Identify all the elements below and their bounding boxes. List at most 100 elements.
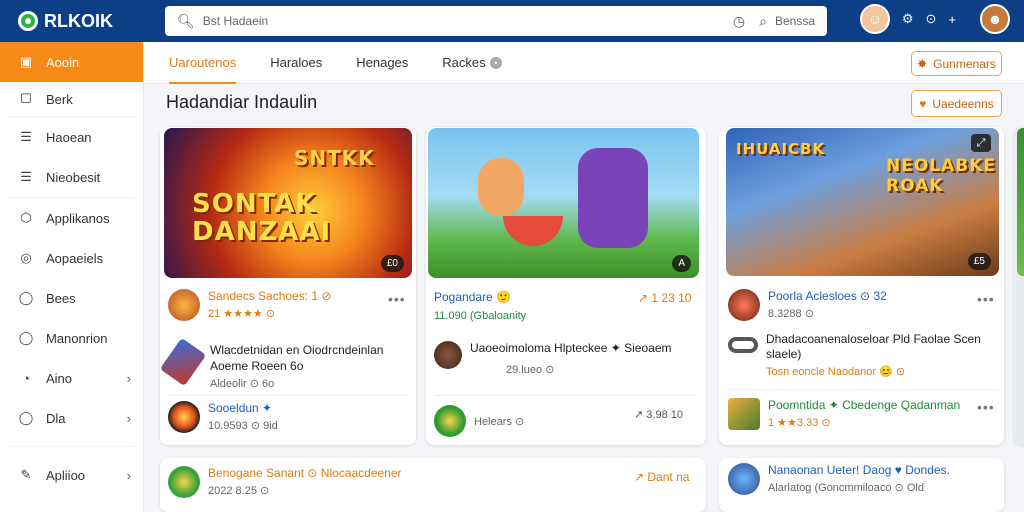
game-title-art: IHUAICBK (736, 140, 826, 158)
button-label: Uaedeenns (932, 96, 994, 111)
sidebar-item-bees[interactable]: ◯ Bees (0, 278, 143, 318)
sidebar-item-manonrion[interactable]: ◯ Manonrion (0, 318, 143, 358)
sidebar-item-haoean[interactable]: ☰ Haoean (0, 117, 143, 157)
tab-label: Haraloes (270, 55, 323, 70)
footer-meta: 1 ★★3.33 ⊙ (768, 417, 831, 429)
more-options-icon[interactable]: ••• (977, 399, 995, 415)
sidebar-item-label: Applikanos (46, 210, 110, 226)
tab-label: Henages (356, 55, 409, 70)
sidebar-item-aino[interactable]: ◔ Aino › (0, 358, 143, 398)
tab-henages[interactable]: Henages (356, 42, 408, 84)
sidebar-item-label: Berk (46, 91, 73, 107)
user-avatar[interactable]: ☺ (859, 4, 890, 34)
activity-row[interactable]: Benogane Sanant ⊙ Nlocaacdeener 2022 8.25… (168, 466, 402, 498)
detail-meta: Tosn eoncle Naodanor 😊 ⊙ (766, 366, 906, 378)
card-detail-row[interactable]: Dhadacoanenaloseloar Pld Faolae Scen slae… (728, 331, 996, 378)
game-title-art: SONTAK DANZAAI (192, 189, 332, 247)
card-footer-row[interactable]: Helears ⊙ (434, 405, 524, 437)
search-bar[interactable]: 🔍︎ Bst Hadaein ◷ ⌕ Benssa (165, 6, 827, 36)
chevron-right-icon: › (126, 410, 131, 426)
card-author-row[interactable]: Sandecs Sachoes: 1 ⊘ 21 ★★★★ ⊙ (168, 289, 331, 321)
more-options-icon[interactable]: ••• (388, 291, 406, 307)
watermelon-art (503, 216, 563, 246)
card-author-row[interactable]: Pogandare 🙂 11.090 (Gbaloanity (434, 290, 526, 322)
author-avatar (434, 405, 466, 437)
chevron-right-icon: › (126, 370, 131, 386)
button-label: Gunmenars (933, 56, 996, 71)
tab-label: Rackes (442, 55, 486, 70)
sidebar-item-label: Bees (46, 290, 76, 306)
game-thumbnail[interactable]: SONTAK DANZAAI SNTKK £0 (164, 128, 412, 278)
sidebar-item-label: Haoean (46, 129, 92, 145)
game-thumbnail (1017, 128, 1024, 276)
tab-rackes[interactable]: Rackes • (442, 42, 502, 84)
sidebar-item-label: Dla (46, 410, 66, 426)
expand-icon[interactable]: ⤢ (971, 134, 991, 152)
tab-bar: Uaroutenos Haraloes Henages Rackes • (144, 42, 1024, 84)
more-options-icon[interactable]: ••• (977, 291, 995, 307)
author-avatar (168, 401, 200, 433)
price-badge: £0 (380, 255, 404, 272)
detail-meta: 29.lueo ⊙ (506, 364, 555, 376)
sidebar-item-label: Aopaeiels (46, 250, 104, 266)
search-icon: 🔍︎ (177, 12, 195, 29)
activity-meta: Alarlatog (Goncmmiloaco ⊙ Old (768, 482, 924, 494)
sidebar-item-dla[interactable]: ◯ Dla › (0, 398, 143, 438)
author-avatar (728, 463, 760, 495)
author-name: Sandecs Sachoes: 1 ⊘ (208, 289, 332, 303)
search-input[interactable]: Bst Hadaein (203, 14, 719, 28)
sidebar: ▣ Aooin ☐ Berk ☰ Haoean ☰ Nieobesit ⬡ Ap… (0, 42, 144, 512)
app-logo[interactable]: RLKOIK (0, 11, 160, 32)
activity-title: Benogane Sanant ⊙ Nlocaacdeener (208, 466, 402, 480)
sidebar-item-berk[interactable]: ☐ Berk (0, 82, 143, 116)
sidebar-item-aopaeiels[interactable]: ◎ Aopaeiels (0, 238, 143, 278)
user-icon: ◯ (18, 330, 34, 345)
card-footer-row[interactable]: Poomntida ✦ Cbedenge Qadanman 1 ★★3.33 ⊙ (728, 398, 960, 430)
activity-title: Nanaonan Ueter! Daog ♥ Dondes. (768, 463, 950, 477)
footer-title: Sooeldun ✦ (208, 401, 273, 415)
gunmenars-button[interactable]: ✸ Gunmenars (911, 51, 1002, 76)
sidebar-item-apliioo[interactable]: ✎ Apliioo › (0, 455, 143, 495)
circle-icon: ◯ (18, 290, 34, 305)
game-thumbnail[interactable]: IHUAICBK NEOLABKE ROAK ⤢ £5 (726, 128, 999, 276)
page-title: Hadandiar Indaulin (166, 92, 318, 112)
monster-art (578, 148, 648, 248)
sidebar-item-nieobesit[interactable]: ☰ Nieobesit (0, 157, 143, 197)
activity-stat: ↗ Dant na (634, 470, 690, 484)
doc-icon: ☰ (20, 169, 32, 184)
game-card-partial[interactable] (1014, 127, 1024, 445)
game-title-art-secondary: SNTKK (294, 146, 375, 170)
sidebar-item-home[interactable]: ▣ Aooin (0, 42, 143, 82)
card-detail-row[interactable]: Wlacdetnidan en Oiodrcndeinlan Aoeme Roee… (159, 337, 384, 390)
list-icon: ☰ (20, 129, 32, 144)
detail-title: Wlacdetnidan en Oiodrcndeinlan (210, 343, 384, 357)
home-icon: ▣ (19, 54, 33, 69)
uaedeenns-button[interactable]: ♥ Uaedeenns (911, 90, 1002, 117)
pencil-icon: ✎ (20, 467, 32, 482)
top-right-tools: ☺ ⚙ ⊙ + ☻ (859, 4, 1010, 34)
search-filter-icon[interactable]: ⌕ (759, 13, 767, 30)
card-footer-row[interactable]: Sooeldun ✦ 10.9593 ⊙ 9id (168, 401, 278, 433)
activity-row[interactable]: Nanaonan Ueter! Daog ♥ Dondes. Alarlatog … (728, 463, 950, 495)
game-thumbnail[interactable]: A (428, 128, 699, 278)
profile-icon[interactable]: ⊙ (926, 11, 937, 27)
bookmark-icon: ☐ (20, 91, 32, 106)
sidebar-divider (8, 446, 135, 447)
tab-haraloes[interactable]: Haraloes (270, 42, 322, 84)
divider (434, 395, 698, 396)
card-detail-row[interactable]: Uaoeoimoloma Hlpteckee ✦ Sieoaem 29.lueo … (434, 341, 672, 376)
game-title-art-secondary: NEOLABKE ROAK (886, 156, 997, 196)
search-right-text: Benssa (774, 14, 815, 28)
sidebar-item-applikanos[interactable]: ⬡ Applikanos (0, 198, 143, 238)
logo-icon (18, 11, 38, 31)
pin-icon: ◔ (22, 370, 30, 386)
price-badge: £5 (967, 253, 991, 270)
tab-uaroutenos[interactable]: Uaroutenos (169, 42, 237, 84)
author-name: Poorla Aclesloes ⊙ 32 (768, 289, 887, 303)
add-icon[interactable]: + (948, 12, 956, 27)
card-author-row[interactable]: Poorla Aclesloes ⊙ 32 8.3288 ⊙ (728, 289, 887, 321)
clock-icon[interactable]: ◷ (733, 13, 745, 30)
settings-icon[interactable]: ⚙ (902, 11, 914, 27)
account-avatar[interactable]: ☻ (980, 4, 1010, 34)
activity-meta: 2022 8.25 ⊙ (208, 485, 270, 497)
